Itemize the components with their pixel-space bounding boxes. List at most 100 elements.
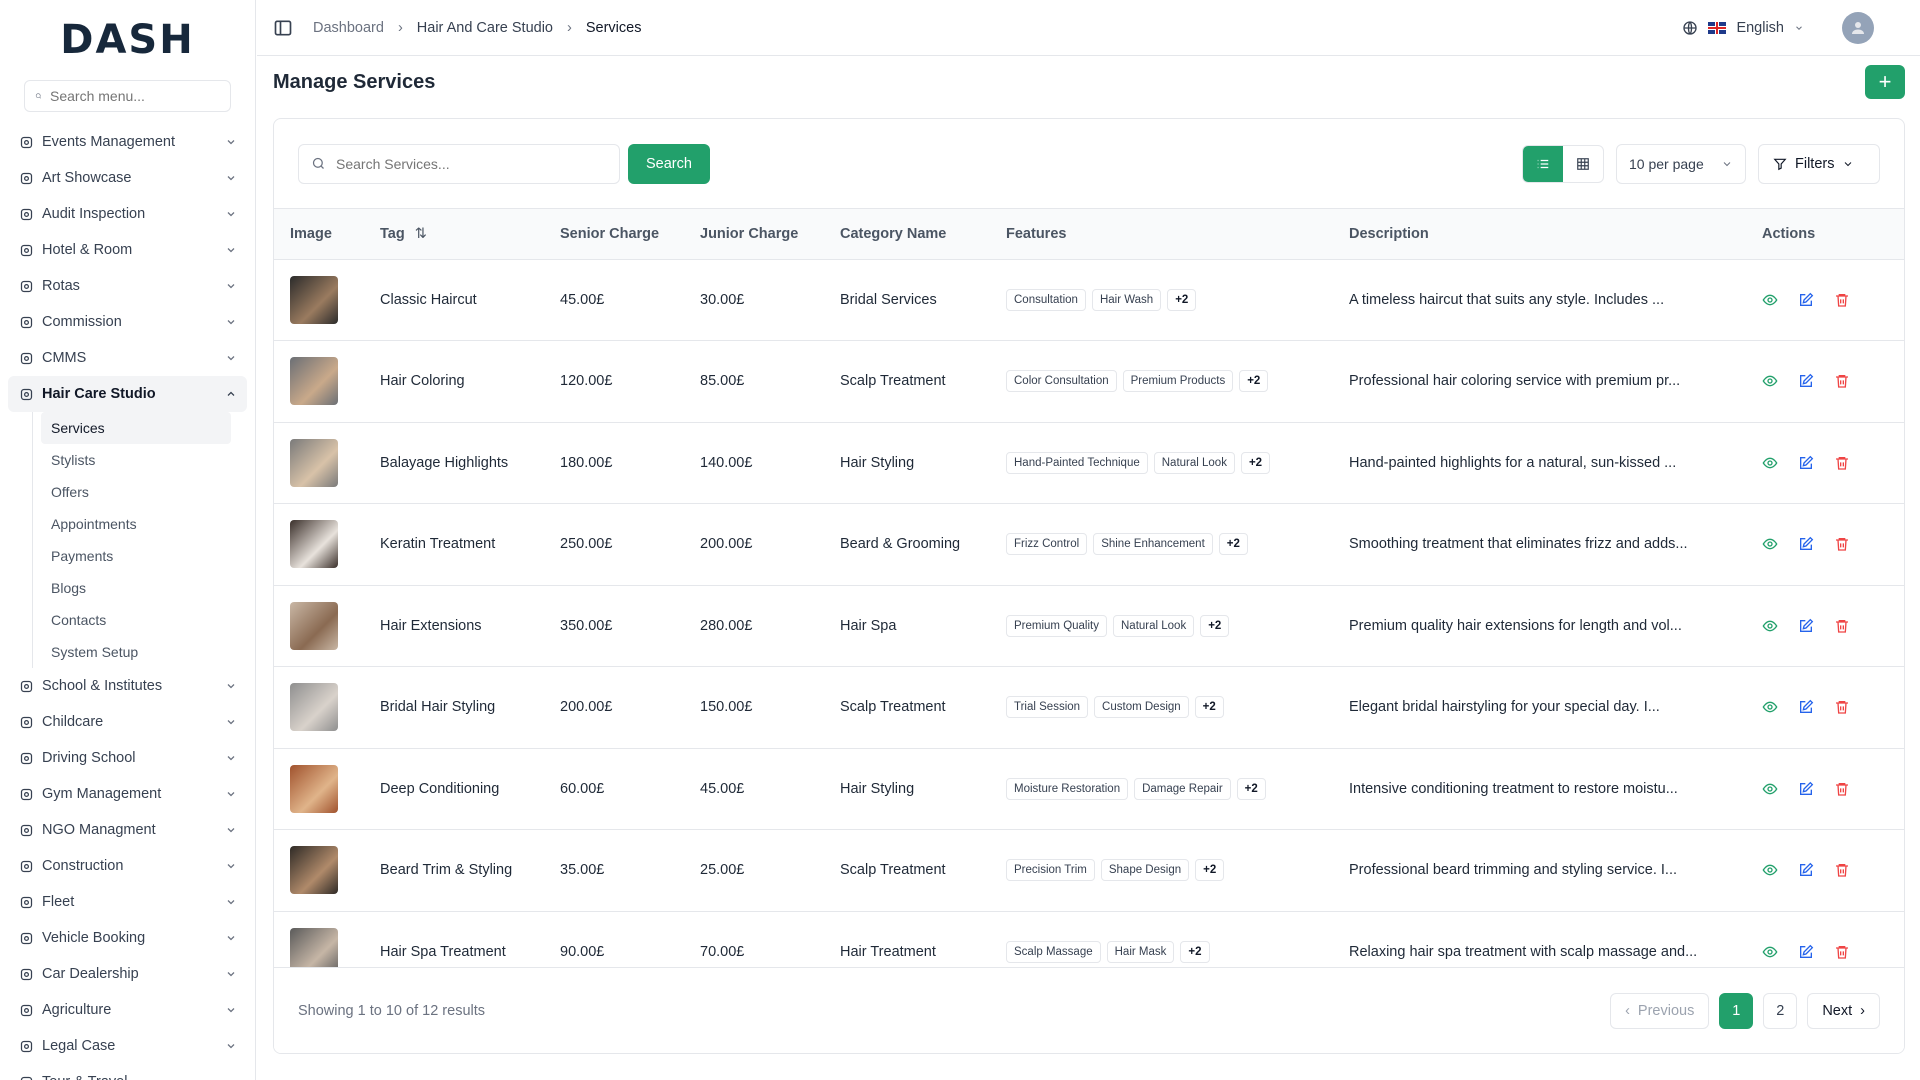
next-button[interactable]: Next › (1807, 992, 1880, 1029)
sidebar-item[interactable]: Car Dealership (8, 956, 247, 992)
services-search[interactable] (298, 143, 620, 184)
sidebar-search[interactable] (24, 80, 231, 112)
sidebar-item[interactable]: Vehicle Booking (8, 920, 247, 956)
sidebar-item[interactable]: Childcare (8, 704, 247, 740)
services-search-input[interactable] (336, 155, 596, 172)
sidebar-item[interactable]: NGO Managment (8, 812, 247, 848)
chevron-down-icon[interactable] (225, 280, 237, 292)
more-features-badge[interactable]: +2 (1240, 451, 1271, 474)
more-features-badge[interactable]: +2 (1200, 614, 1230, 637)
sidebar-item[interactable]: Agriculture (8, 992, 247, 1028)
sidebar-item[interactable]: Construction (8, 848, 247, 884)
sidebar-item[interactable]: Driving School (8, 740, 247, 776)
view-icon[interactable] (1762, 862, 1778, 878)
filters-button[interactable]: Filters (1758, 143, 1880, 184)
list-view-button[interactable] (1523, 145, 1563, 182)
chevron-down-icon[interactable] (225, 1040, 237, 1052)
chevron-down-icon[interactable] (225, 208, 237, 220)
sidebar-item[interactable]: Hotel & Room (8, 232, 247, 268)
sidebar-subitem[interactable]: System Setup (41, 636, 231, 668)
view-icon[interactable] (1762, 373, 1778, 389)
view-icon[interactable] (1762, 618, 1778, 634)
page-2-button[interactable]: 2 (1763, 992, 1798, 1029)
sidebar-subitem[interactable]: Stylists (41, 444, 231, 476)
chevron-down-icon[interactable] (225, 788, 237, 800)
more-features-badge[interactable]: +2 (1180, 940, 1210, 963)
sidebar-item[interactable]: Legal Case (8, 1028, 247, 1064)
delete-icon[interactable] (1834, 373, 1850, 389)
breadcrumb-dashboard[interactable]: Dashboard (313, 20, 384, 36)
chevron-down-icon[interactable] (225, 352, 237, 364)
edit-icon[interactable] (1798, 455, 1814, 471)
edit-icon[interactable] (1798, 862, 1814, 878)
delete-icon[interactable] (1834, 944, 1850, 960)
delete-icon[interactable] (1834, 536, 1850, 552)
add-service-button[interactable]: + (1865, 65, 1905, 99)
grid-view-button[interactable] (1563, 146, 1603, 182)
previous-button[interactable]: ‹ Previous (1610, 992, 1710, 1029)
view-icon[interactable] (1762, 536, 1778, 552)
logo[interactable]: DASH (0, 0, 255, 80)
edit-icon[interactable] (1798, 536, 1814, 552)
more-features-badge[interactable]: +2 (1218, 533, 1248, 556)
delete-icon[interactable] (1834, 618, 1850, 634)
sidebar-item-hair-care-studio[interactable]: Hair Care Studio (8, 376, 247, 412)
delete-icon[interactable] (1834, 455, 1850, 471)
edit-icon[interactable] (1798, 699, 1814, 715)
more-features-badge[interactable]: +2 (1195, 859, 1225, 882)
chevron-down-icon[interactable] (225, 752, 237, 764)
view-icon[interactable] (1762, 699, 1778, 715)
sidebar-item[interactable]: Fleet (8, 884, 247, 920)
per-page-select[interactable]: 10 per page (1616, 143, 1746, 184)
chevron-down-icon[interactable] (225, 716, 237, 728)
chevron-down-icon[interactable] (225, 932, 237, 944)
view-icon[interactable] (1762, 944, 1778, 960)
more-features-badge[interactable]: +2 (1239, 370, 1269, 393)
sidebar-item[interactable]: Commission (8, 304, 247, 340)
edit-icon[interactable] (1798, 373, 1814, 389)
more-features-badge[interactable]: +2 (1167, 288, 1197, 311)
edit-icon[interactable] (1798, 292, 1814, 308)
sidebar-toggle-icon[interactable] (273, 18, 293, 38)
delete-icon[interactable] (1834, 862, 1850, 878)
more-features-badge[interactable]: +2 (1194, 696, 1224, 719)
sidebar-subitem[interactable]: Offers (41, 476, 231, 508)
sidebar-search-input[interactable] (50, 88, 220, 104)
sidebar-item[interactable]: Gym Management (8, 776, 247, 812)
language-selector[interactable]: English (1736, 20, 1784, 36)
edit-icon[interactable] (1798, 781, 1814, 797)
sidebar-subitem[interactable]: Contacts (41, 604, 231, 636)
breadcrumb-studio[interactable]: Hair And Care Studio (417, 20, 553, 36)
chevron-down-icon[interactable] (225, 860, 237, 872)
chevron-down-icon[interactable] (225, 316, 237, 328)
view-icon[interactable] (1762, 781, 1778, 797)
delete-icon[interactable] (1834, 781, 1850, 797)
edit-icon[interactable] (1798, 618, 1814, 634)
avatar[interactable] (1842, 11, 1874, 44)
page-1-button[interactable]: 1 (1719, 992, 1754, 1029)
chevron-down-icon[interactable] (225, 968, 237, 980)
chevron-down-icon[interactable] (225, 824, 237, 836)
chevron-up-icon[interactable] (225, 388, 237, 400)
chevron-down-icon[interactable] (1794, 23, 1804, 33)
chevron-down-icon[interactable] (225, 136, 237, 148)
sort-icon[interactable]: ⇅ (415, 226, 427, 242)
sidebar-subitem[interactable]: Payments (41, 540, 231, 572)
chevron-down-icon[interactable] (225, 172, 237, 184)
view-icon[interactable] (1762, 292, 1778, 308)
sidebar-subitem[interactable]: Blogs (41, 572, 231, 604)
chevron-down-icon[interactable] (225, 1076, 237, 1080)
sidebar-item[interactable]: CMMS (8, 340, 247, 376)
chevron-down-icon[interactable] (225, 1004, 237, 1016)
delete-icon[interactable] (1834, 292, 1850, 308)
sidebar-item[interactable]: School & Institutes (8, 668, 247, 704)
delete-icon[interactable] (1834, 699, 1850, 715)
sidebar-item[interactable]: Art Showcase (8, 160, 247, 196)
sidebar-item[interactable]: Events Management (8, 124, 247, 160)
sidebar-item[interactable]: Rotas (8, 268, 247, 304)
chevron-down-icon[interactable] (225, 896, 237, 908)
edit-icon[interactable] (1798, 944, 1814, 960)
sidebar-subitem[interactable]: Services (41, 412, 231, 444)
sidebar-item[interactable]: Audit Inspection (8, 196, 247, 232)
chevron-down-icon[interactable] (225, 244, 237, 256)
